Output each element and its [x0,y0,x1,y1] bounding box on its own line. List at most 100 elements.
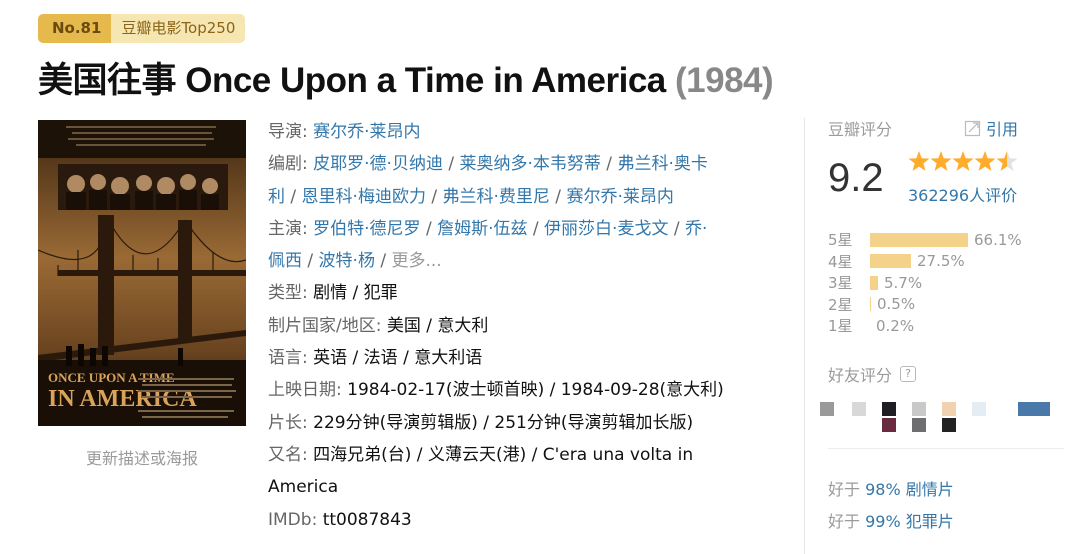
avatar[interactable] [942,418,956,432]
movie-info: 导演: 赛尔乔·莱昂内 编剧: 皮耶罗·德·贝纳迪 / 莱奥纳多·本韦努蒂 / … [268,116,788,536]
rank-label: No.81 [38,14,112,43]
poster-title-text: ONCE UPON A TIME [48,370,175,385]
genre-value: 剧情 / 犯罪 [313,283,398,304]
better-than-row: 好于 98% 剧情片 [828,476,954,500]
genre-label: 类型: [268,283,308,304]
top250-label: 豆瓣电影Top250 [111,14,246,43]
cite-label: 引用 [986,120,1019,139]
dist-bar [870,254,911,269]
writer-link[interactable]: 赛尔乔·莱昂内 [566,187,673,207]
cast-link[interactable]: 波特·杨 [319,251,375,271]
avatar[interactable] [852,402,866,416]
avatar[interactable] [882,402,896,416]
dist-label: 2星 [828,295,853,314]
better-prefix: 好于 [828,512,861,531]
dist-bar [870,232,968,247]
better-pct[interactable]: 99% [865,512,901,531]
rating-header: 豆瓣评分 引用 [828,116,1068,140]
star-icon [952,151,974,171]
cast-label: 主演 [268,218,302,239]
dist-pct: 0.5% [877,295,916,314]
genre-row: 类型: 剧情 / 犯罪 [268,277,788,309]
movie-poster[interactable]: ONCE UPON A TIME IN AMERICA [38,120,246,426]
better-pct[interactable]: 98% [865,480,901,499]
writer-link[interactable]: 莱奥纳多·本韦努蒂 [460,154,601,174]
aka-label: 又名: [268,444,308,465]
star-rating [908,150,1020,174]
release-label: 上映日期: [268,380,342,401]
dist-row-5: 5星 66.1% [828,229,1022,251]
language-value: 英语 / 法语 / 意大利语 [313,348,483,369]
rating-title: 豆瓣评分 [828,120,893,139]
cite-button[interactable]: 引用 [964,116,1018,140]
language-row: 语言: 英语 / 法语 / 意大利语 [268,342,788,374]
cast-link[interactable]: 佩西 [268,251,302,271]
country-value: 美国 / 意大利 [386,315,489,336]
avatar[interactable] [912,418,926,432]
imdb-label: IMDb: [268,509,318,530]
director-link[interactable]: 赛尔乔·莱昂内 [313,122,420,142]
more-cast-link[interactable]: 更多... [392,251,442,271]
aka-row-cont: America [268,471,788,503]
runtime-value: 229分钟(导演剪辑版) / 251分钟(导演剪辑加长版) [313,412,694,433]
country-label: 制片国家/地区: [268,315,382,336]
better-genre[interactable]: 剧情片 [906,480,954,499]
language-label: 语言: [268,348,308,369]
writer-row-cont: 利 / 恩里科·梅迪欧力 / 弗兰科·费里尼 / 赛尔乔·莱昂内 [268,186,674,207]
director-label: 导演 [268,122,302,142]
release-value: 1984-02-17(波士顿首映) / 1984-09-28(意大利) [347,380,724,401]
rating-panel: 豆瓣评分 引用 9.2 362296人评价 5星 66.1% 4星 27.5% … [828,116,1068,335]
dist-pct: 66.1% [974,230,1022,249]
dist-pct: 0.2% [876,316,915,335]
avatar[interactable] [882,418,896,432]
cite-icon [964,120,981,137]
star-icon [930,151,952,171]
dist-pct: 5.7% [884,273,923,292]
writer-link[interactable]: 皮耶罗·德·贝纳迪 [313,154,443,174]
writer-link[interactable]: 弗兰科·费里尼 [443,187,550,207]
cast-link[interactable]: 乔· [685,219,707,239]
imdb-value: tt0087843 [322,509,412,530]
avatar[interactable] [820,402,834,416]
divider [828,448,1064,449]
dist-row-2: 2星 0.5% [828,294,1022,316]
writer-row: 编剧: 皮耶罗·德·贝纳迪 / 莱奥纳多·本韦努蒂 / 弗兰科·奥卡 [268,154,708,175]
friends-rating-header: 好友评分 ? [828,362,917,386]
cast-row: 主演: 罗伯特·德尼罗 / 詹姆斯·伍兹 / 伊丽莎白·麦戈文 / 乔· [268,218,708,239]
writer-link[interactable]: 恩里科·梅迪欧力 [302,187,426,207]
dist-pct: 27.5% [917,252,965,271]
avatar[interactable] [912,402,926,416]
star-icon [908,151,930,171]
update-poster-link[interactable]: 更新描述或海报 [38,445,246,469]
dist-bar [870,297,871,312]
rating-distribution: 5星 66.1% 4星 27.5% 3星 5.7% 2星 0.5% 1星 0.2… [828,229,1022,337]
release-row: 上映日期: 1984-02-17(波士顿首映) / 1984-09-28(意大利… [268,374,788,406]
help-icon[interactable]: ? [900,366,917,382]
cast-link[interactable]: 罗伯特·德尼罗 [313,219,420,239]
writer-link[interactable]: 利 [268,187,285,207]
friends-rating-title: 好友评分 [828,366,893,385]
better-genre[interactable]: 犯罪片 [906,512,954,531]
cast-link[interactable]: 伊丽莎白·麦戈文 [544,219,668,239]
stars-icon [908,151,1018,171]
better-prefix: 好于 [828,480,861,499]
avatar[interactable] [1018,402,1050,416]
avatar[interactable] [942,402,956,416]
dist-bar [870,275,878,290]
svg-text:IN AMERICA: IN AMERICA [48,386,197,412]
director-row: 导演: 赛尔乔·莱昂内 [268,122,421,142]
star-icon [996,151,1018,171]
friends-avatars-blurred [820,398,1060,438]
writer-link[interactable]: 弗兰科·奥卡 [617,154,707,174]
imdb-row: IMDb: tt0087843 [268,504,788,536]
country-row: 制片国家/地区: 美国 / 意大利 [268,310,788,342]
rating-score: 9.2 [828,156,884,200]
aka-row: 又名: 四海兄弟(台) / 义薄云天(港) / C'era una volta … [268,439,788,471]
dist-label: 3星 [828,274,853,293]
top250-badge[interactable]: No.81 豆瓣电影Top250 [38,14,246,43]
runtime-label: 片长: [268,412,308,433]
avatar[interactable] [972,402,986,416]
better-than-row: 好于 99% 犯罪片 [828,508,954,532]
votes-link[interactable]: 362296人评价 [908,182,1017,206]
cast-link[interactable]: 詹姆斯·伍兹 [437,219,527,239]
